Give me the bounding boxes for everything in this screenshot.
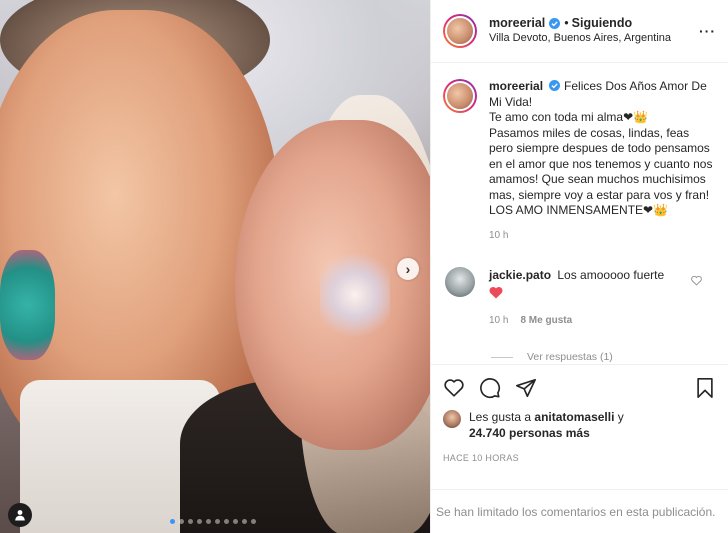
- carousel-dot: [242, 519, 247, 524]
- user-tags-button[interactable]: [8, 503, 32, 527]
- user-tag-icon: [15, 510, 25, 521]
- view-replies-button[interactable]: Ver respuestas (1): [491, 351, 716, 363]
- carousel-dot: [233, 519, 238, 524]
- heart-icon[interactable]: [443, 377, 465, 399]
- likes-count[interactable]: 24.740 personas más: [469, 426, 590, 440]
- author-username[interactable]: moreerial: [489, 16, 545, 31]
- carousel-dot: [188, 519, 193, 524]
- post-side-panel: moreerial • Siguiendo Villa Devoto, Buen…: [430, 0, 728, 533]
- carousel-dot: [224, 519, 229, 524]
- likes-conjunction: y: [617, 410, 624, 424]
- carousel-dot: [170, 519, 175, 524]
- comments-section: moreerial Felices Dos Años Amor De Mi Vi…: [431, 63, 728, 364]
- view-replies-label: Ver respuestas (1): [527, 351, 613, 364]
- post-date[interactable]: HACE 10 HORAS: [443, 453, 716, 463]
- carousel-dot: [206, 519, 211, 524]
- verified-icon: [549, 80, 561, 91]
- comments-limited-notice: Se han limitado los comentarios en esta …: [431, 489, 728, 533]
- caption-author-avatar[interactable]: [443, 79, 477, 113]
- replies-divider: [491, 356, 513, 358]
- liker-username[interactable]: anitatomaselli: [534, 410, 614, 424]
- following-button[interactable]: Siguiendo: [572, 16, 632, 31]
- carousel-next-button[interactable]: ›: [397, 258, 419, 280]
- commenter-avatar[interactable]: [445, 267, 475, 297]
- location-link[interactable]: Villa Devoto, Buenos Aires, Argentina: [489, 31, 671, 46]
- comment-likes[interactable]: 8 Me gusta: [520, 313, 572, 329]
- heart-emoji-icon: [489, 287, 503, 299]
- liker-avatar[interactable]: [443, 410, 461, 428]
- photo-scarf: [0, 250, 55, 360]
- carousel-dot: [179, 519, 184, 524]
- comment-text: Los amooooo fuerte: [557, 268, 665, 282]
- header-separator: •: [564, 16, 569, 30]
- comment-like-heart-icon[interactable]: [691, 275, 702, 286]
- commenter-username[interactable]: jackie.pato: [489, 268, 551, 282]
- caption-author-username[interactable]: moreerial: [489, 79, 543, 93]
- post-header: moreerial • Siguiendo Villa Devoto, Buen…: [431, 0, 728, 63]
- carousel-indicator: [170, 519, 256, 524]
- share-icon[interactable]: [515, 377, 537, 399]
- caption-text: Felices Dos Años Amor De Mi Vida! Te amo…: [489, 79, 713, 217]
- likes-prefix: Les gusta a: [469, 410, 532, 424]
- save-icon[interactable]: [694, 377, 716, 399]
- more-icon[interactable]: ···: [699, 23, 716, 39]
- post-actions: Les gusta a anitatomaselli y 24.740 pers…: [431, 364, 728, 489]
- comment-item: jackie.pato Los amooooo fuerte 10 h 8 Me…: [443, 267, 716, 329]
- comment-time[interactable]: 10 h: [489, 313, 508, 329]
- next-arrow-icon: ›: [405, 261, 411, 277]
- carousel-dot: [215, 519, 220, 524]
- caption: moreerial Felices Dos Años Amor De Mi Vi…: [443, 79, 716, 243]
- author-avatar[interactable]: [443, 14, 477, 48]
- carousel-dot: [251, 519, 256, 524]
- caption-time[interactable]: 10 h: [489, 228, 716, 244]
- comment-icon[interactable]: [479, 377, 501, 399]
- likes-summary: Les gusta a anitatomaselli y 24.740 pers…: [443, 409, 716, 441]
- post-photo[interactable]: ›: [0, 0, 430, 533]
- carousel-dot: [197, 519, 202, 524]
- instagram-post: › moreerial • Siguiendo Villa Devoto, Bu…: [0, 0, 728, 533]
- photo-glitter: [320, 250, 390, 340]
- verified-icon: [549, 18, 561, 29]
